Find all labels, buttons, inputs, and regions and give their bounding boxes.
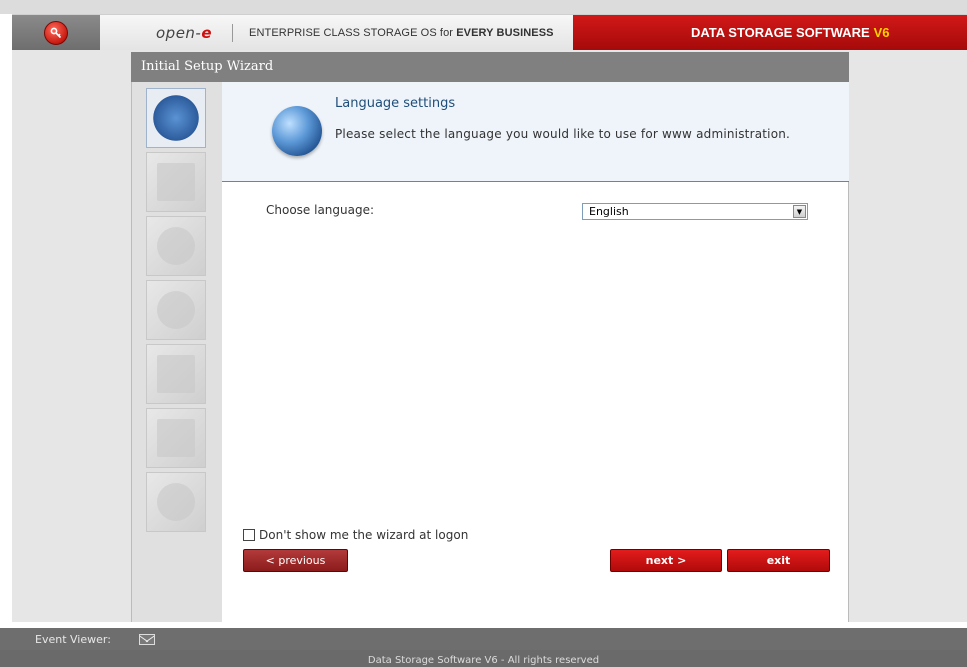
event-viewer-bar: Event Viewer:	[0, 628, 967, 650]
step-grid-icon[interactable]	[146, 344, 206, 404]
top-strip	[0, 0, 967, 14]
header-tagline: ENTERPRISE CLASS STORAGE OS for EVERY BU…	[249, 26, 554, 39]
step-chart-icon[interactable]	[146, 408, 206, 468]
key-button[interactable]	[12, 15, 100, 50]
info-panel: Language settings Please select the lang…	[222, 82, 849, 182]
product-name: DATA STORAGE SOFTWARE	[691, 25, 870, 40]
copyright-footer: Data Storage Software V6 - All rights re…	[0, 650, 967, 667]
step-info-icon[interactable]	[146, 472, 206, 532]
key-icon	[44, 20, 68, 45]
language-select[interactable]: English ▼	[582, 203, 808, 220]
next-button[interactable]: next >	[610, 549, 722, 572]
step-clock-icon[interactable]	[146, 280, 206, 340]
wizard-logon-option[interactable]: Don't show me the wizard at logon	[243, 528, 468, 542]
wizard-title: Initial Setup Wizard	[131, 52, 849, 82]
header-divider	[232, 23, 234, 42]
step-network-icon[interactable]	[146, 216, 206, 276]
brand-area: open-e ENTERPRISE CLASS STORAGE OS for E…	[100, 15, 573, 50]
app-header: open-e ENTERPRISE CLASS STORAGE OS for E…	[12, 14, 967, 51]
language-label: Choose language:	[266, 203, 375, 217]
product-version: V6	[873, 25, 890, 40]
wizard-logon-checkbox[interactable]	[243, 529, 255, 541]
wizard-logon-label: Don't show me the wizard at logon	[259, 528, 469, 542]
info-title: Language settings	[335, 96, 456, 111]
open-e-logo: open-e	[156, 23, 213, 42]
exit-button[interactable]: exit	[727, 549, 830, 572]
wizard-steps	[131, 82, 222, 622]
event-viewer-label: Event Viewer:	[35, 632, 111, 646]
step-language-globe-icon[interactable]	[146, 88, 206, 148]
mail-icon[interactable]	[138, 633, 155, 645]
globe-icon	[272, 106, 322, 156]
language-select-value: English	[589, 205, 629, 218]
step-monitor-lock-icon[interactable]	[146, 152, 206, 212]
info-description: Please select the language you would lik…	[335, 127, 791, 141]
product-banner: DATA STORAGE SOFTWARE V6	[573, 15, 967, 50]
chevron-down-icon[interactable]: ▼	[793, 205, 806, 218]
previous-button[interactable]: < previous	[243, 549, 348, 572]
